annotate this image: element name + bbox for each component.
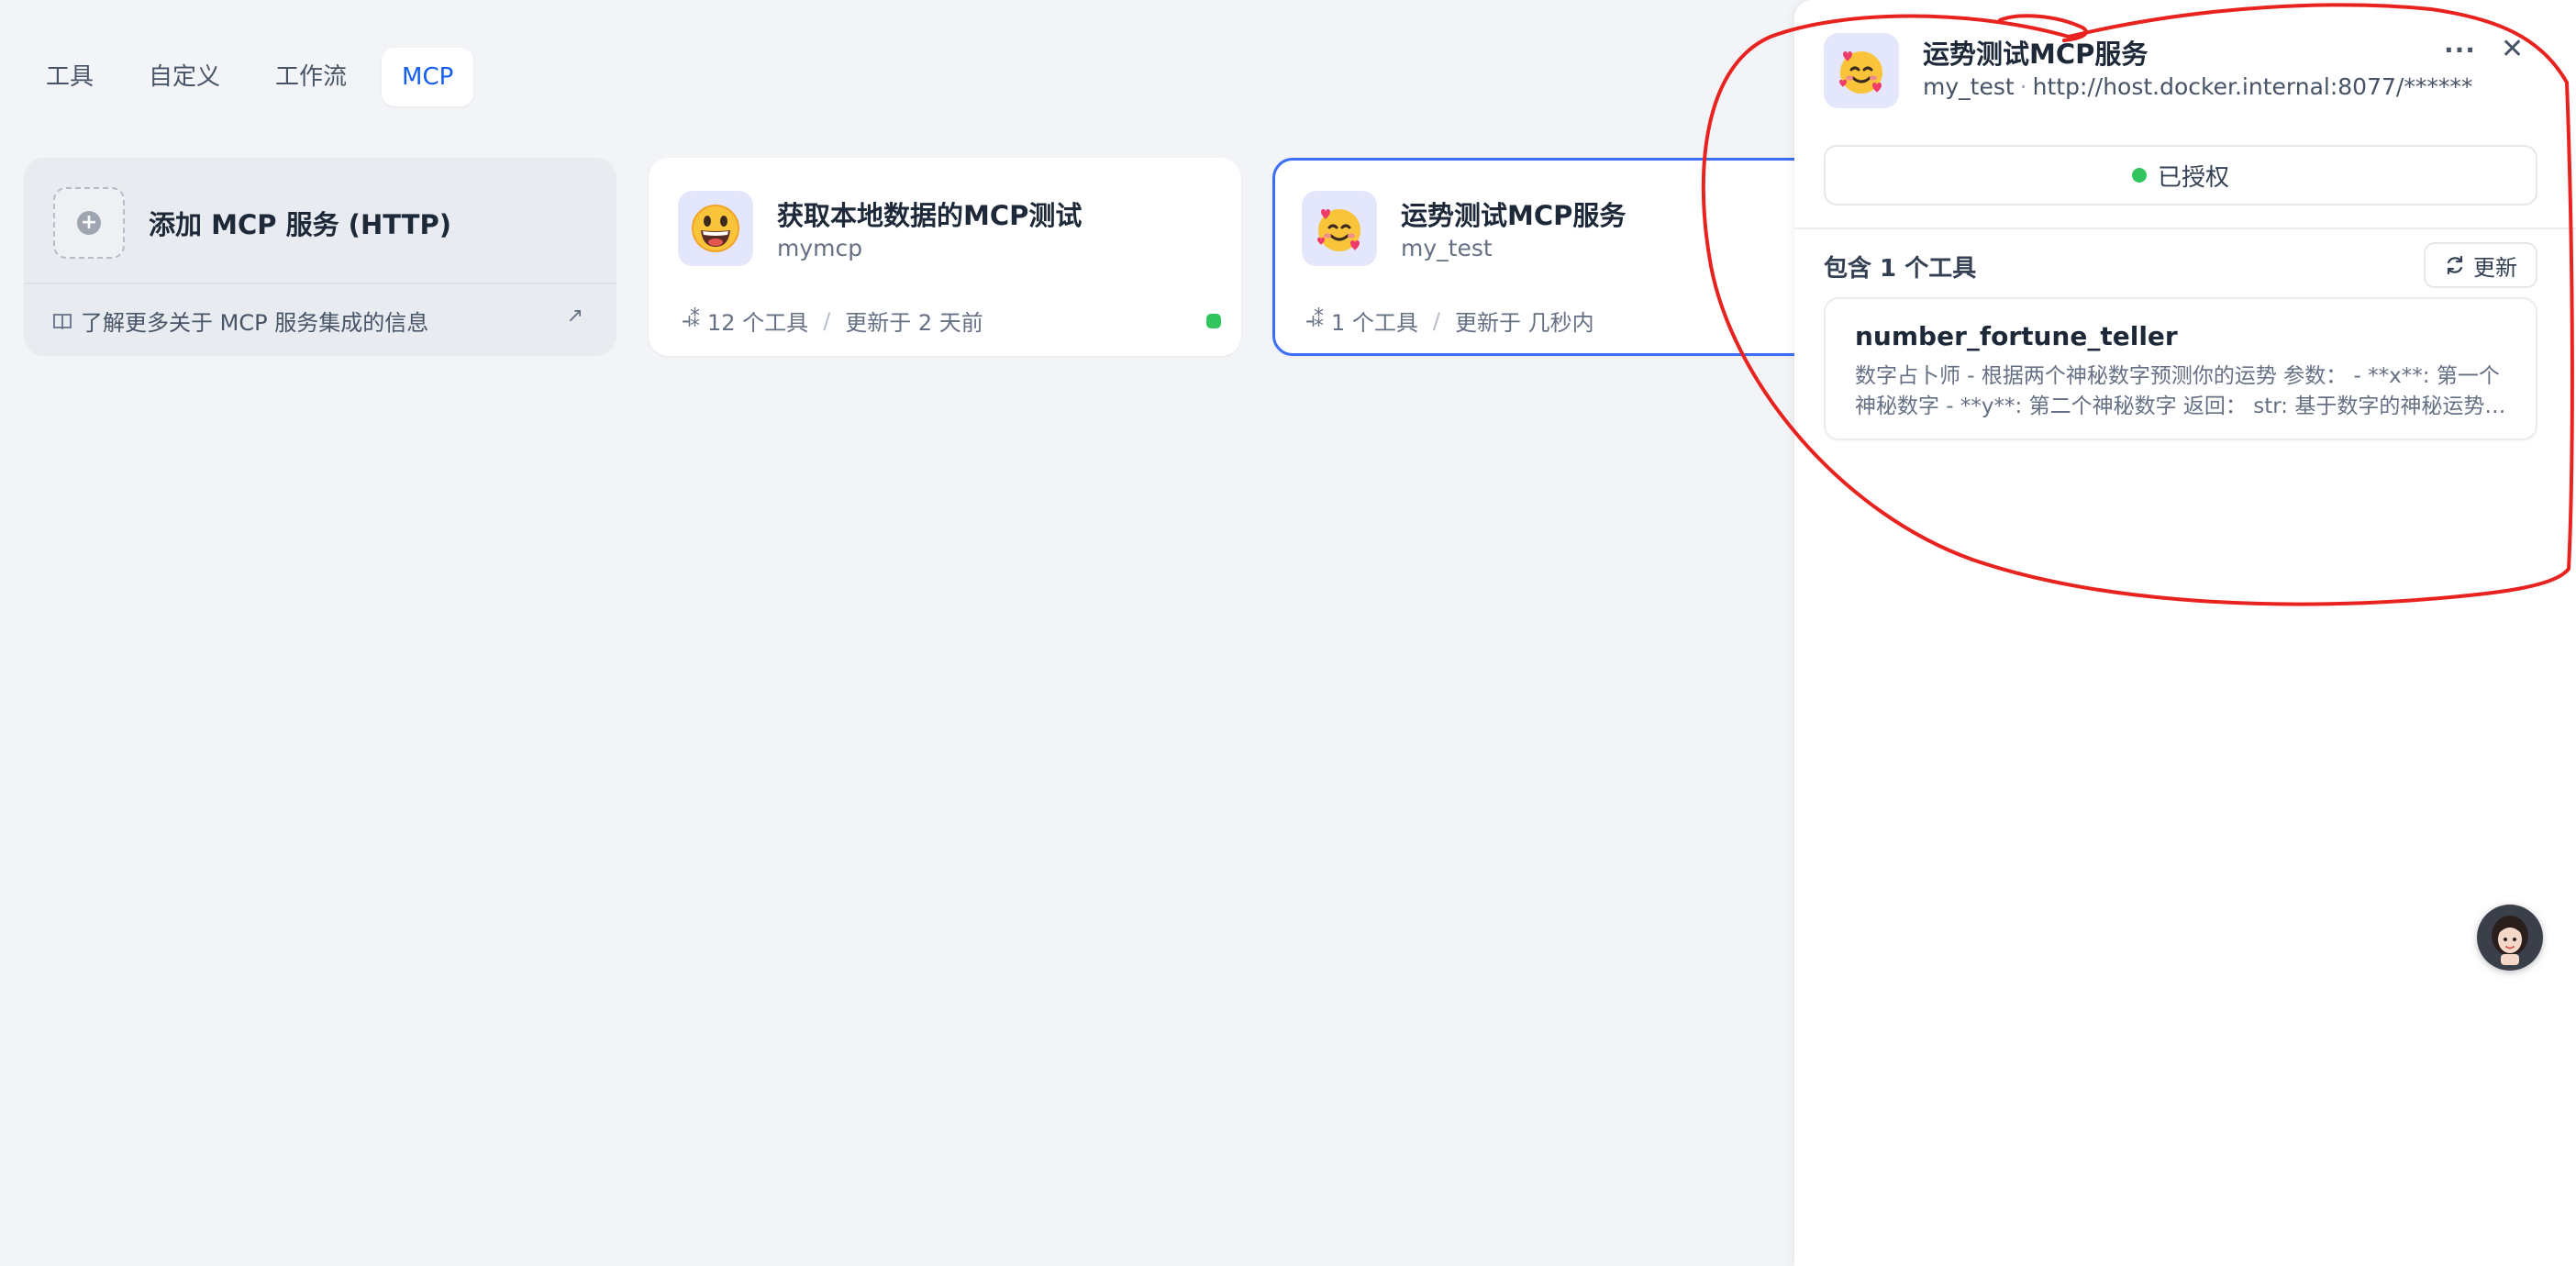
tool-icon: ⫞⁑: [682, 309, 700, 332]
tab-custom[interactable]: 自定义: [128, 48, 240, 106]
panel-avatar: [1824, 33, 1899, 108]
service-name: 获取本地数据的MCP测试: [777, 200, 1083, 231]
separator: /: [823, 307, 831, 334]
tool-description: 数字占卜师 - 根据两个神秘数字预测你的运势 参数： - **x**: 第一个神…: [1855, 364, 2506, 418]
refresh-icon: [2447, 255, 2463, 275]
learn-more-link[interactable]: 了解更多关于 MCP 服务集成的信息: [53, 305, 428, 337]
tab-workflow[interactable]: 工作流: [255, 48, 367, 106]
plus-icon: +: [77, 211, 101, 235]
book-icon: [53, 313, 72, 329]
divider: [1794, 228, 2576, 229]
smiling-face-with-hearts-icon: [1839, 51, 1882, 94]
service-meta: ⫞⁑ 1 个工具 / 更新于 几秒内: [1305, 305, 1594, 337]
refresh-button[interactable]: 更新: [2424, 242, 2537, 288]
grinning-face-icon: [692, 205, 739, 252]
assistant-avatar-icon: [2492, 916, 2528, 965]
service-id: my_test: [1401, 235, 1493, 261]
assistant-avatar-button[interactable]: [2477, 905, 2543, 971]
service-id: mymcp: [777, 235, 863, 261]
add-mcp-button[interactable]: +: [53, 187, 125, 259]
service-detail-panel: 运势测试MCP服务 my_test · http://host.docker.int…: [1794, 0, 2576, 1266]
dot-separator: ·: [2019, 73, 2027, 100]
add-mcp-title: 添加 MCP 服务 (HTTP): [149, 209, 451, 240]
refresh-label: 更新: [2473, 254, 2517, 281]
panel-service-id: my_test: [1923, 73, 2015, 100]
service-name: 运势测试MCP服务: [1401, 200, 1627, 231]
authorized-button[interactable]: 已授权: [1824, 145, 2537, 205]
panel-title: 运势测试MCP服务: [1923, 39, 2149, 70]
tool-item[interactable]: number_fortune_teller 数字占卜师 - 根据两个神秘数字预测…: [1824, 297, 2537, 440]
status-indicator: [2131, 168, 2147, 183]
tool-icon: ⫞⁑: [1305, 309, 1324, 332]
tools-heading: 包含 1 个工具: [1824, 255, 1977, 283]
panel-subtitle: my_test · http://host.docker.internal:8077…: [1923, 73, 2472, 100]
divider: [24, 283, 616, 284]
close-icon[interactable]: ✕: [2501, 33, 2524, 65]
smiling-face-with-hearts-icon: [1317, 209, 1360, 251]
separator: /: [1432, 307, 1441, 334]
tool-name: number_fortune_teller: [1855, 321, 2178, 351]
tool-count: 1 个工具: [1331, 310, 1418, 336]
tab-mcp[interactable]: MCP: [382, 48, 474, 106]
add-mcp-card[interactable]: + 添加 MCP 服务 (HTTP) 了解更多关于 MCP 服务集成的信息 ↗: [24, 158, 616, 356]
tab-tools[interactable]: 工具: [26, 48, 114, 106]
mcp-service-card-selected[interactable]: 运势测试MCP服务 my_test ⫞⁑ 1 个工具 / 更新于 几秒内: [1272, 158, 1865, 356]
service-avatar: [678, 191, 753, 266]
updated-time: 更新于 2 天前: [845, 310, 983, 336]
tab-bar: 工具 自定义 工作流 MCP: [26, 48, 488, 106]
learn-more-label: 了解更多关于 MCP 服务集成的信息: [81, 310, 429, 336]
updated-time: 更新于 几秒内: [1455, 310, 1594, 336]
more-options-icon[interactable]: ···: [2444, 35, 2476, 65]
status-indicator: [1206, 314, 1221, 328]
external-link-icon[interactable]: ↗: [567, 305, 583, 328]
service-avatar: [1302, 191, 1377, 266]
auth-label: 已授权: [2157, 163, 2229, 192]
mcp-service-card[interactable]: 获取本地数据的MCP测试 mymcp ⫞⁑ 12 个工具 / 更新于 2 天前: [649, 158, 1241, 356]
panel-service-url: http://host.docker.internal:8077/******: [2032, 73, 2473, 100]
service-meta: ⫞⁑ 12 个工具 / 更新于 2 天前: [682, 305, 983, 337]
tool-count: 12 个工具: [707, 310, 809, 336]
